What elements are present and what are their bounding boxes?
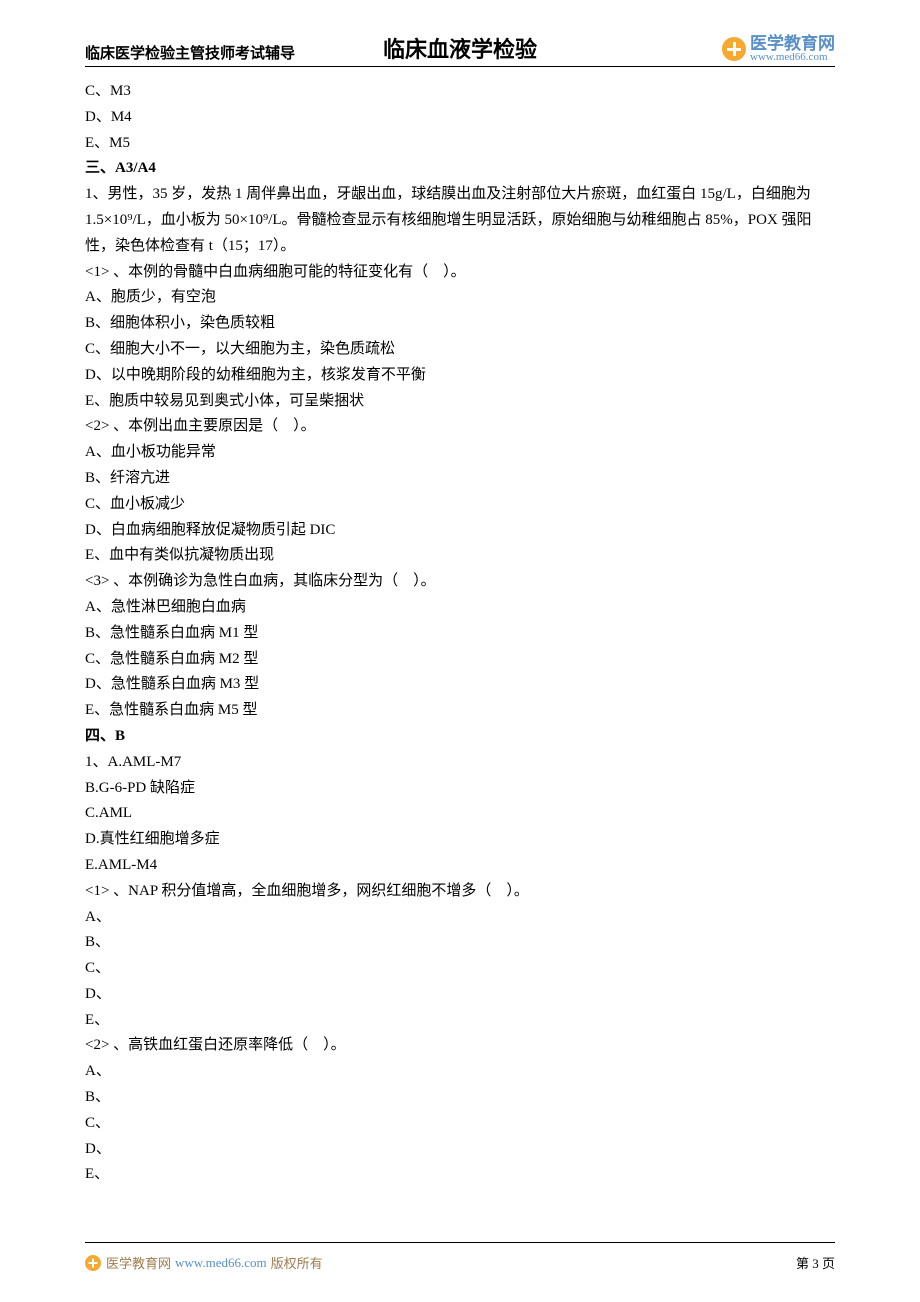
option-text: B、 bbox=[85, 1085, 835, 1111]
option-text: E、急性髓系白血病 M5 型 bbox=[85, 698, 835, 724]
sub-question: <2> 、高铁血红蛋白还原率降低（ ）。 bbox=[85, 1033, 835, 1059]
footer-branding: 医学教育网 www.med66.com 版权所有 bbox=[85, 1253, 323, 1272]
footer-url: www.med66.com bbox=[175, 1255, 267, 1271]
option-text: E、 bbox=[85, 1162, 835, 1188]
option-text: A、胞质少，有空泡 bbox=[85, 285, 835, 311]
option-text: A、 bbox=[85, 905, 835, 931]
option-text: C、细胞大小不一，以大细胞为主，染色质疏松 bbox=[85, 337, 835, 363]
cross-logo-icon bbox=[722, 37, 746, 61]
option-text: D、白血病细胞释放促凝物质引起 DIC bbox=[85, 518, 835, 544]
sub-question: <1> 、本例的骨髓中白血病细胞可能的特征变化有（ ）。 bbox=[85, 260, 835, 286]
option-text: B、细胞体积小，染色质较粗 bbox=[85, 311, 835, 337]
option-text: E、胞质中较易见到奥式小体，可呈柴捆状 bbox=[85, 389, 835, 415]
option-text: D、急性髓系白血病 M3 型 bbox=[85, 672, 835, 698]
option-text: C.AML bbox=[85, 801, 835, 827]
option-text: E、 bbox=[85, 1008, 835, 1034]
option-text: B、急性髓系白血病 M1 型 bbox=[85, 621, 835, 647]
option-text: E、M5 bbox=[85, 131, 835, 157]
section-title: 三、A3/A4 bbox=[85, 156, 835, 182]
logo-brand-name: 医学教育网 bbox=[750, 35, 835, 52]
header-left-text: 临床医学检验主管技师考试辅导 bbox=[85, 42, 295, 63]
option-text: B、纤溶亢进 bbox=[85, 466, 835, 492]
page-number: 第 3 页 bbox=[796, 1253, 835, 1272]
sub-question: <1> 、NAP 积分值增高，全血细胞增多，网织红细胞不增多（ ）。 bbox=[85, 879, 835, 905]
option-text: 1、A.AML-M7 bbox=[85, 750, 835, 776]
option-text: D.真性红细胞增多症 bbox=[85, 827, 835, 853]
section-title: 四、B bbox=[85, 724, 835, 750]
option-text: D、以中晚期阶段的幼稚细胞为主，核浆发育不平衡 bbox=[85, 363, 835, 389]
footer-brand-name: 医学教育网 bbox=[106, 1253, 171, 1272]
option-text: D、M4 bbox=[85, 105, 835, 131]
footer-divider bbox=[85, 1242, 835, 1243]
option-text: E.AML-M4 bbox=[85, 853, 835, 879]
logo-text-group: 医学教育网 www.med66.com bbox=[750, 35, 835, 63]
cross-logo-icon bbox=[85, 1255, 101, 1271]
option-text: B、 bbox=[85, 930, 835, 956]
option-text: B.G-6-PD 缺陷症 bbox=[85, 776, 835, 802]
header-logo: 医学教育网 www.med66.com bbox=[722, 35, 835, 63]
option-text: C、M3 bbox=[85, 79, 835, 105]
option-text: C、 bbox=[85, 1111, 835, 1137]
option-text: E、血中有类似抗凝物质出现 bbox=[85, 543, 835, 569]
page-footer: 医学教育网 www.med66.com 版权所有 第 3 页 bbox=[85, 1242, 835, 1272]
document-body: C、M3 D、M4 E、M5 三、A3/A4 1、男性，35 岁，发热 1 周伴… bbox=[85, 79, 835, 1188]
option-text: D、 bbox=[85, 982, 835, 1008]
option-text: D、 bbox=[85, 1137, 835, 1163]
footer-content: 医学教育网 www.med66.com 版权所有 第 3 页 bbox=[85, 1253, 835, 1272]
logo-url: www.med66.com bbox=[750, 52, 835, 63]
option-text: A、血小板功能异常 bbox=[85, 440, 835, 466]
option-text: A、急性淋巴细胞白血病 bbox=[85, 595, 835, 621]
sub-question: <2> 、本例出血主要原因是（ ）。 bbox=[85, 414, 835, 440]
question-stem: 1、男性，35 岁，发热 1 周伴鼻出血，牙龈出血，球结膜出血及注射部位大片瘀斑… bbox=[85, 182, 835, 259]
option-text: C、 bbox=[85, 956, 835, 982]
header-title: 临床血液学检验 bbox=[383, 32, 537, 64]
footer-copyright: 版权所有 bbox=[271, 1253, 323, 1272]
option-text: A、 bbox=[85, 1059, 835, 1085]
option-text: C、血小板减少 bbox=[85, 492, 835, 518]
option-text: C、急性髓系白血病 M2 型 bbox=[85, 647, 835, 673]
page-header: 临床医学检验主管技师考试辅导 临床血液学检验 医学教育网 www.med66.c… bbox=[85, 35, 835, 67]
sub-question: <3> 、本例确诊为急性白血病，其临床分型为（ ）。 bbox=[85, 569, 835, 595]
